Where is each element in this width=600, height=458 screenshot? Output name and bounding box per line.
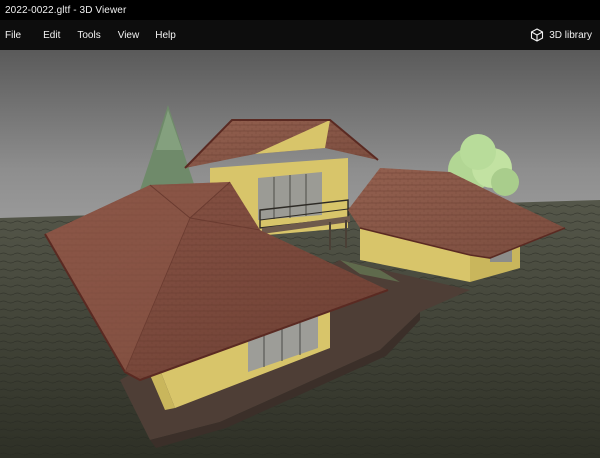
menu-edit[interactable]: Edit xyxy=(36,20,67,50)
3d-library-label: 3D library xyxy=(549,29,592,41)
menu-help[interactable]: Help xyxy=(148,20,183,50)
cube-icon xyxy=(530,28,544,42)
3d-library-button[interactable]: 3D library xyxy=(530,20,592,50)
menu-view[interactable]: View xyxy=(111,20,147,50)
menu-file[interactable]: File xyxy=(0,20,28,50)
3d-model-render xyxy=(0,50,600,458)
menu-bar: File Edit Tools View Help 3D library xyxy=(0,20,600,50)
menu-tools[interactable]: Tools xyxy=(70,20,107,50)
window-title: 2022-0022.gltf - 3D Viewer xyxy=(5,4,127,16)
3d-viewport[interactable] xyxy=(0,50,600,458)
title-bar: 2022-0022.gltf - 3D Viewer xyxy=(0,0,600,20)
